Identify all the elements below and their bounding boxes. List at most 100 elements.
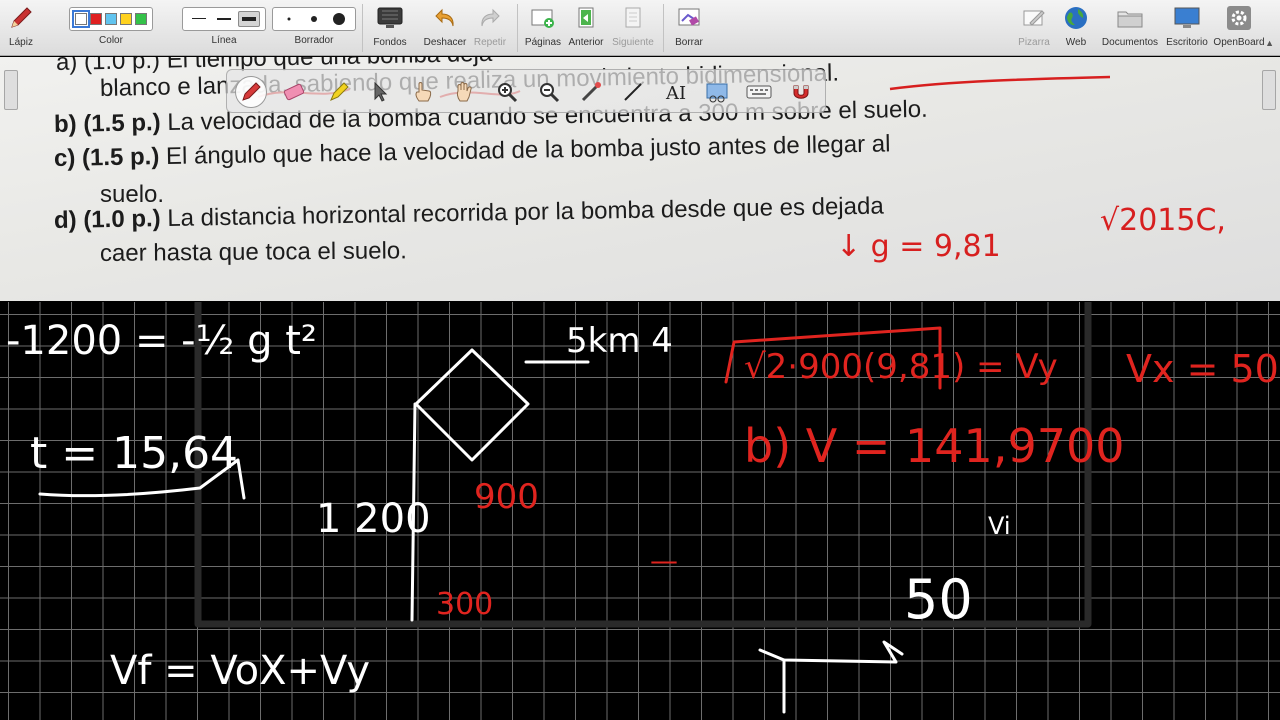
speed-label: 5km 4 bbox=[566, 321, 673, 361]
redo-label: Repetir bbox=[473, 37, 507, 48]
zoom-in-tool[interactable] bbox=[491, 76, 523, 108]
web-button[interactable]: Web bbox=[1060, 0, 1092, 56]
red-vx-equation: Vx = 50 bbox=[1126, 347, 1279, 391]
capture-icon bbox=[706, 83, 728, 103]
height-label: 1 200 bbox=[316, 496, 431, 542]
web-label: Web bbox=[1065, 37, 1087, 48]
line-medium[interactable] bbox=[213, 11, 235, 27]
undo-label: Deshacer bbox=[423, 37, 467, 48]
select-tool[interactable] bbox=[365, 76, 397, 108]
backgrounds-button[interactable]: Fondos bbox=[370, 0, 410, 56]
toolbar-separator bbox=[663, 4, 664, 52]
openboard-label: OpenBoard bbox=[1213, 37, 1265, 48]
backgrounds-label: Fondos bbox=[373, 37, 407, 48]
board-mode-button[interactable]: Pizarra bbox=[1016, 0, 1052, 56]
eraser-large[interactable] bbox=[328, 11, 350, 27]
pencil-label: Lápiz bbox=[9, 37, 33, 48]
cursor-arrow-icon bbox=[374, 81, 388, 102]
pen-icon bbox=[242, 82, 261, 101]
next-button[interactable]: Siguiente bbox=[610, 0, 656, 56]
line-label: Línea bbox=[211, 35, 237, 46]
pencil-tool[interactable]: Lápiz bbox=[6, 0, 36, 56]
board-icon bbox=[1022, 0, 1046, 36]
magnet-tool[interactable] bbox=[785, 76, 817, 108]
previous-page-icon bbox=[574, 0, 598, 36]
color-picker: Color bbox=[50, 0, 172, 56]
eraser-label: Borrador bbox=[294, 35, 334, 46]
openboard-app: Lápiz Color Línea Borrador Fondos Deshac… bbox=[0, 0, 1280, 720]
capture-tool[interactable] bbox=[701, 76, 733, 108]
toolbar-separator bbox=[517, 4, 518, 52]
left-panel-handle[interactable] bbox=[4, 70, 18, 110]
red-900-label: 900 bbox=[474, 477, 539, 517]
desktop-button[interactable]: Escritorio bbox=[1164, 0, 1210, 56]
stylus-palette: AI bbox=[226, 69, 826, 113]
equation-t-result: t = 15,64 bbox=[30, 428, 238, 479]
laser-pointer-tool[interactable] bbox=[575, 76, 607, 108]
line-width-picker: Línea bbox=[182, 0, 266, 56]
hand-tool[interactable] bbox=[449, 76, 481, 108]
line-width-group bbox=[182, 7, 266, 31]
pages-label: Páginas bbox=[524, 37, 562, 48]
bottom-arrow bbox=[758, 640, 904, 664]
eraser-tool[interactable] bbox=[279, 76, 311, 108]
zoom-in-icon bbox=[498, 83, 518, 103]
main-toolbar: Lápiz Color Línea Borrador Fondos Deshac… bbox=[0, 0, 1280, 56]
keyboard-icon bbox=[746, 85, 772, 99]
previous-label: Anterior bbox=[568, 37, 604, 48]
line-thick[interactable] bbox=[238, 11, 260, 27]
eraser-medium[interactable] bbox=[303, 11, 325, 27]
red-300-label: 300 bbox=[436, 587, 493, 622]
laser-pointer-icon bbox=[581, 82, 601, 102]
add-page-icon bbox=[530, 0, 556, 36]
red-velocity-result: b) V = 141,9700 bbox=[744, 419, 1125, 473]
color-swatch-red[interactable] bbox=[90, 13, 102, 25]
zoom-out-tool[interactable] bbox=[533, 76, 565, 108]
text-tool[interactable]: AI bbox=[659, 76, 691, 108]
documents-label: Documentos bbox=[1101, 37, 1159, 48]
interact-tool[interactable] bbox=[407, 76, 439, 108]
next-label: Siguiente bbox=[612, 37, 654, 48]
undo-button[interactable]: Deshacer bbox=[422, 0, 468, 56]
pen-tool[interactable] bbox=[235, 76, 267, 108]
line-tool[interactable] bbox=[617, 76, 649, 108]
line-thin[interactable] bbox=[188, 11, 210, 27]
pointing-hand-icon bbox=[415, 82, 432, 102]
color-label: Color bbox=[99, 35, 123, 46]
openboard-menu-button[interactable]: OpenBoard bbox=[1213, 0, 1265, 56]
equation-time: -1200 = -½ g t² bbox=[6, 318, 317, 364]
pages-button[interactable]: Páginas bbox=[524, 0, 562, 56]
color-swatch-yellow[interactable] bbox=[120, 13, 132, 25]
highlighter-tool[interactable] bbox=[323, 76, 355, 108]
red-dash: — bbox=[650, 544, 678, 577]
vi-label: Vi bbox=[988, 512, 1011, 540]
hand-icon bbox=[456, 82, 472, 102]
backgrounds-icon bbox=[377, 0, 403, 36]
collapse-chevron-icon[interactable]: ▲ bbox=[1265, 38, 1274, 48]
highlighter-icon bbox=[330, 82, 349, 101]
gear-icon bbox=[1226, 0, 1252, 36]
eraser-size-group bbox=[272, 7, 356, 31]
monitor-icon bbox=[1173, 0, 1201, 36]
magnet-icon bbox=[793, 85, 809, 99]
whiteboard-canvas[interactable]: -1200 = -½ g t² t = 15,64 1 200 5km 4 50… bbox=[0, 302, 1280, 720]
text-icon: AI bbox=[665, 83, 686, 104]
redo-button[interactable]: Repetir bbox=[472, 0, 508, 56]
color-swatch-blue[interactable] bbox=[105, 13, 117, 25]
previous-button[interactable]: Anterior bbox=[566, 0, 606, 56]
board-label: Pizarra bbox=[1018, 37, 1050, 48]
clear-label: Borrar bbox=[675, 37, 703, 48]
next-page-icon bbox=[621, 0, 645, 36]
eraser-small[interactable] bbox=[278, 11, 300, 27]
color-swatch-white[interactable] bbox=[72, 10, 90, 28]
documents-button[interactable]: Documentos bbox=[1100, 0, 1160, 56]
right-panel-handle[interactable] bbox=[1262, 70, 1276, 110]
red-vy-equation: √2·900(9,81) = Vy bbox=[744, 347, 1058, 387]
horizontal-speed-label: 50 bbox=[904, 568, 973, 631]
clear-button[interactable]: Borrar bbox=[670, 0, 708, 56]
globe-icon bbox=[1063, 0, 1089, 36]
virtual-keyboard-tool[interactable] bbox=[743, 76, 775, 108]
desktop-label: Escritorio bbox=[1166, 37, 1208, 48]
redo-icon bbox=[478, 0, 502, 36]
color-swatch-green[interactable] bbox=[135, 13, 147, 25]
